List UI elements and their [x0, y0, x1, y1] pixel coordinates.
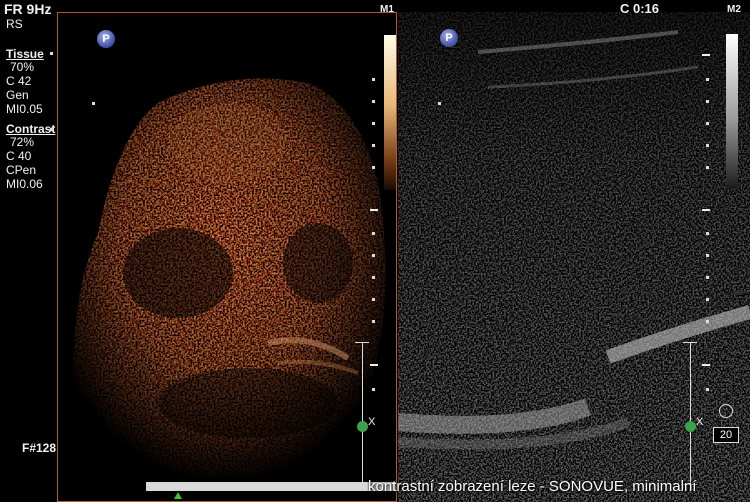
contrast-colorbar	[384, 35, 396, 190]
tissue-heading: Tissue	[6, 47, 44, 61]
probe-badge: P	[97, 30, 115, 48]
contrast-mi: MI0.06	[6, 177, 43, 191]
clock-label: C 0:16	[620, 1, 660, 16]
loop-icon	[719, 404, 733, 418]
bmode-speckle-image	[398, 12, 750, 502]
left-x-marker: X	[368, 416, 376, 428]
right-x-marker: X	[696, 416, 704, 428]
contrast-heading: Contrast	[6, 122, 56, 136]
contrast-ultrasound-image: P	[57, 12, 397, 502]
cine-position-marker[interactable]	[174, 492, 182, 499]
tissue-mi: MI0.05	[6, 102, 43, 116]
m2-label: M2	[727, 4, 741, 15]
contrast-contrast: C 40	[6, 149, 32, 163]
cine-progress-bar[interactable]	[146, 482, 396, 491]
frame-rate-label: FR 9Hz	[4, 1, 52, 17]
contrast-speckle-image	[58, 13, 396, 501]
left-measure-scale	[362, 342, 363, 484]
right-scale-top-tick	[683, 342, 697, 343]
left-scale-top-tick	[355, 342, 369, 343]
left-focus-marker[interactable]	[357, 421, 368, 432]
contrast-mode: CPen	[6, 163, 37, 177]
bmode-grayscale-bar	[726, 34, 738, 189]
tissue-percent: 70%	[10, 60, 35, 74]
frame-number: F#128	[22, 441, 57, 455]
tissue-contrast: C 42	[6, 74, 32, 88]
bmode-ultrasound-image: P	[398, 12, 750, 502]
right-measure-scale	[690, 342, 691, 484]
tissue-mode: Gen	[6, 88, 29, 102]
caption-text: kontrastní zobrazení leze - SONOVUE, min…	[368, 478, 697, 495]
rs-label: RS	[6, 17, 23, 31]
right-focus-marker[interactable]	[685, 421, 696, 432]
m1-label: M1	[380, 4, 394, 15]
probe-badge: P	[440, 29, 458, 47]
depth-value-box: 20	[713, 427, 739, 443]
contrast-percent: 72%	[10, 135, 35, 149]
